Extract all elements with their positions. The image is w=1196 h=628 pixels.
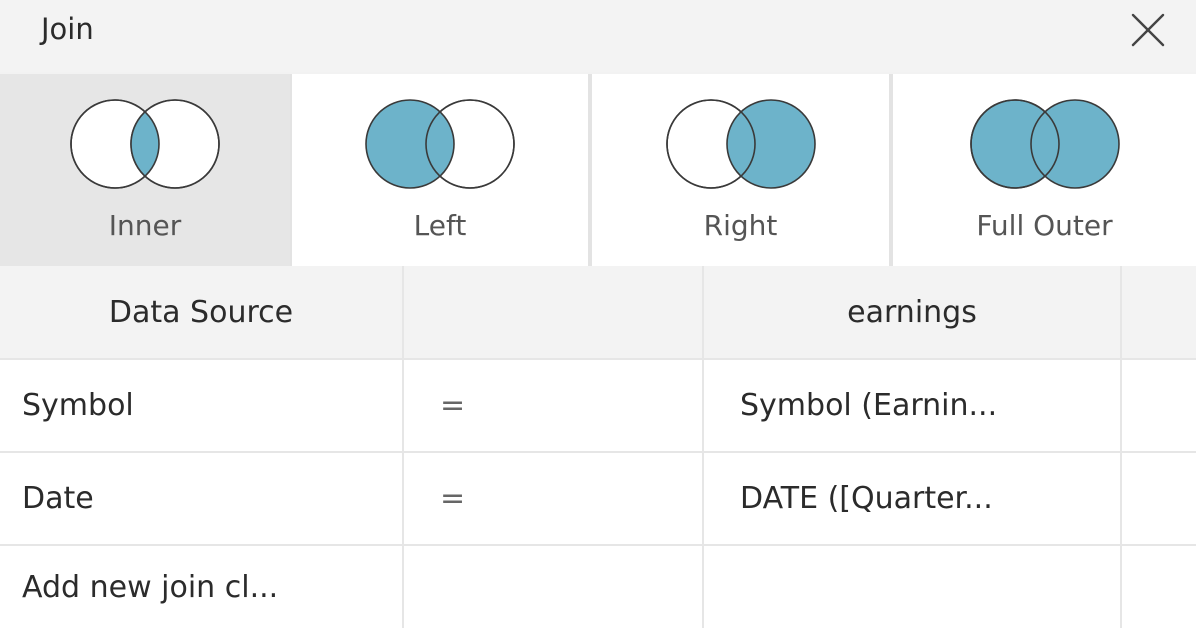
venn-inner-icon [70, 99, 220, 189]
header-left-source: Data Source [0, 266, 404, 358]
add-join-clause-row[interactable]: Add new join cl... [0, 546, 1196, 628]
join-type-left[interactable]: Left [292, 74, 588, 266]
join-type-selector: Inner Left Right Full Outer [0, 74, 1196, 266]
join-type-label: Left [413, 209, 467, 242]
row-spacer [1122, 453, 1196, 544]
join-type-right[interactable]: Right [592, 74, 889, 266]
join-type-label: Full Outer [976, 209, 1113, 242]
header-right-source: earnings [704, 266, 1122, 358]
join-type-label: Right [703, 209, 778, 242]
join-clause-row[interactable]: Symbol = Symbol (Earnin... [0, 360, 1196, 453]
empty-operator-cell [404, 546, 704, 628]
clause-operator[interactable]: = [404, 360, 704, 451]
empty-right-cell [704, 546, 1122, 628]
dialog-title: Join [41, 12, 94, 46]
dialog-titlebar: Join [0, 0, 1196, 72]
join-type-label: Inner [108, 209, 182, 242]
clause-right-field[interactable]: DATE ([Quarter... [704, 453, 1122, 544]
clause-operator[interactable]: = [404, 453, 704, 544]
join-type-full-outer[interactable]: Full Outer [893, 74, 1196, 266]
table-header-row: Data Source earnings [0, 266, 1196, 360]
header-spacer [1122, 266, 1196, 358]
clause-left-field[interactable]: Date [0, 453, 404, 544]
join-clause-row[interactable]: Date = DATE ([Quarter... [0, 453, 1196, 546]
join-dialog: Join Inner Left Right Full Outer Data So… [0, 0, 1196, 628]
row-spacer [1122, 360, 1196, 451]
add-new-join-clause[interactable]: Add new join cl... [0, 546, 404, 628]
venn-right-icon [665, 99, 816, 189]
header-operator [404, 266, 704, 358]
row-spacer [1122, 546, 1196, 628]
venn-left-icon [365, 99, 515, 189]
close-button[interactable] [1126, 8, 1170, 52]
venn-full-outer-icon [969, 99, 1120, 189]
clause-left-field[interactable]: Symbol [0, 360, 404, 451]
close-icon [1131, 13, 1165, 47]
clause-right-field[interactable]: Symbol (Earnin... [704, 360, 1122, 451]
join-clauses-table: Data Source earnings Symbol = Symbol (Ea… [0, 266, 1196, 628]
join-type-inner[interactable]: Inner [0, 74, 290, 266]
